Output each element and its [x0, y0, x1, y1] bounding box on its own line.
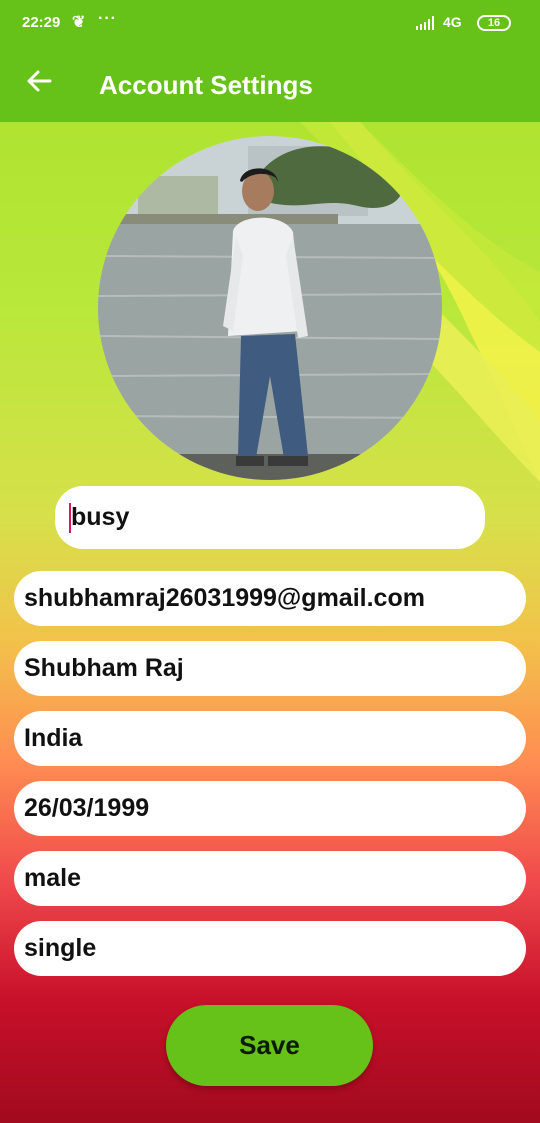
dob-value: 26/03/1999 [24, 794, 150, 822]
status-input[interactable]: busy [55, 486, 485, 549]
relationship-value: single [24, 934, 97, 962]
network-type: 4G [443, 14, 462, 30]
page-title: Account Settings [99, 70, 313, 100]
relationship-field[interactable]: single [14, 921, 526, 976]
email-field[interactable]: shubhamraj26031999@gmail.com [14, 571, 526, 626]
gender-field[interactable]: male [14, 851, 526, 906]
country-field[interactable]: India [14, 711, 526, 766]
email-value: shubhamraj26031999@gmail.com [24, 584, 425, 612]
dob-field[interactable]: 26/03/1999 [14, 781, 526, 836]
status-value: busy [71, 503, 130, 531]
save-button[interactable]: Save [166, 1005, 373, 1086]
gender-value: male [24, 864, 81, 892]
name-value: Shubham Raj [24, 654, 184, 682]
status-bar: 22:29 ❦ ··· 4G 16 [0, 0, 540, 46]
battery-icon: 16 [477, 15, 511, 31]
arrow-left-icon[interactable] [24, 66, 54, 96]
signal-icon [416, 16, 434, 30]
profile-photo[interactable] [98, 136, 442, 480]
app-bar: 22:29 ❦ ··· 4G 16 Account Settings [0, 0, 540, 122]
squirrel-icon: ❦ [72, 14, 86, 31]
name-field[interactable]: Shubham Raj [14, 641, 526, 696]
status-time: 22:29 [22, 14, 61, 31]
more-notifications-icon: ··· [98, 10, 117, 27]
country-value: India [24, 724, 83, 752]
